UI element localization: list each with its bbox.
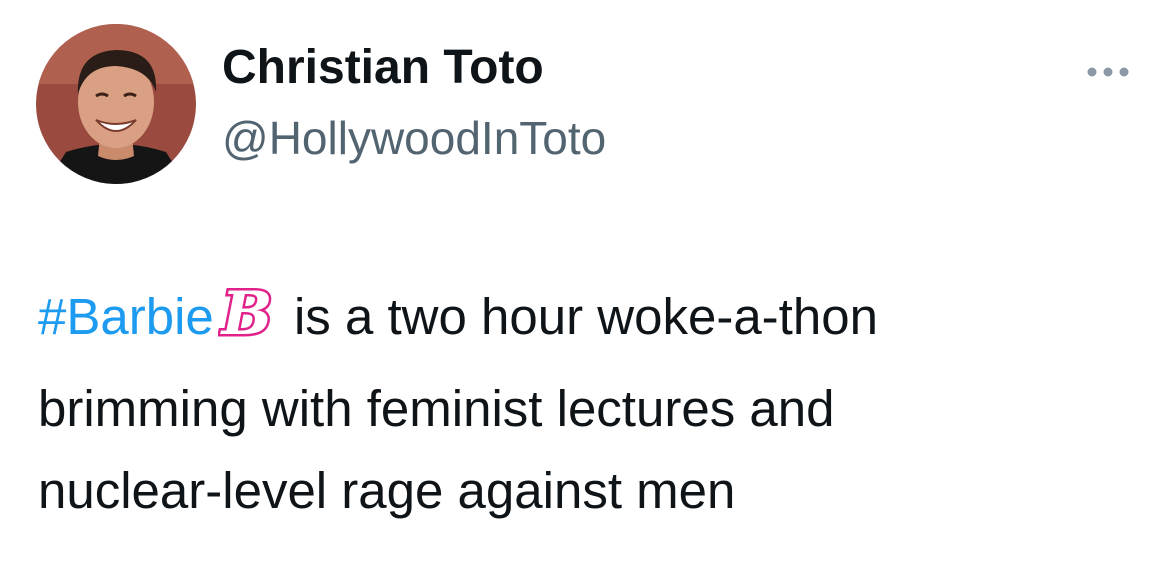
author-display-name[interactable]: Christian Toto	[222, 38, 544, 98]
tweet-text-line: nuclear-level rage against men	[38, 462, 736, 519]
barbie-b-emoji-icon: B	[217, 277, 276, 368]
author-handle[interactable]: @HollywoodInToto	[222, 108, 606, 168]
tweet-text-segment: is a two hour woke-a-thon	[279, 288, 878, 345]
tweet-text: #Barbie B is a two hour woke-a-thon brimm…	[38, 276, 1138, 532]
tweet-card: Christian Toto @HollywoodInToto #Barbie B…	[0, 0, 1170, 567]
tweet-text-line: brimming with feminist lectures and	[38, 380, 835, 437]
hashtag-link[interactable]: #Barbie	[38, 288, 214, 345]
profile-photo-icon	[36, 24, 196, 184]
avatar[interactable]	[36, 24, 196, 184]
more-horizontal-icon	[1087, 67, 1129, 77]
more-options-button[interactable]	[1080, 52, 1136, 92]
svg-text:B: B	[219, 282, 272, 344]
tweet-text-line: #Barbie B is a two hour woke-a-thon	[38, 276, 1138, 368]
